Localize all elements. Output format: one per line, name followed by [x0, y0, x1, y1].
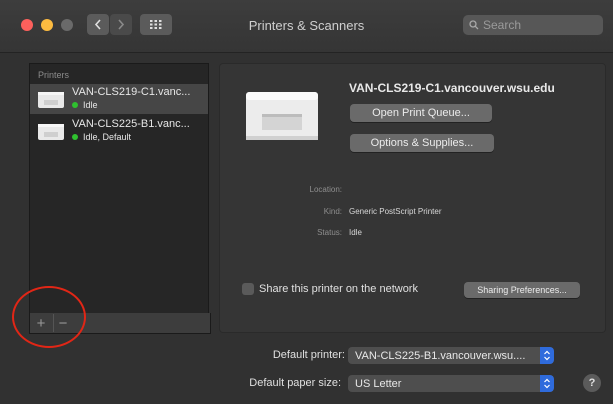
printer-icon	[246, 92, 318, 140]
select-stepper-icon	[540, 375, 554, 392]
printer-name: VAN-CLS219-C1.vanc...	[72, 86, 191, 98]
status-label: Status:	[317, 228, 342, 237]
printers-scanners-window: Printers & Scanners Printers VAN-CLS219-…	[0, 0, 613, 404]
printer-list-item[interactable]: VAN-CLS225-B1.vanc... Idle, Default	[30, 116, 208, 146]
select-stepper-icon	[540, 347, 554, 364]
status-value: Idle	[349, 228, 362, 237]
status-dot-icon	[72, 134, 78, 140]
printer-list-header: Printers	[38, 70, 70, 80]
sharing-preferences-button[interactable]: Sharing Preferences...	[464, 282, 580, 298]
printer-icon	[38, 124, 64, 140]
printer-detail-pane: VAN-CLS219-C1.vancouver.wsu.edu Open Pri…	[219, 63, 606, 333]
default-printer-label: Default printer:	[272, 349, 345, 361]
printer-status-text: Idle	[83, 100, 98, 110]
default-printer-select[interactable]: VAN-CLS225-B1.vancouver.wsu....	[348, 347, 554, 364]
printer-list: Printers VAN-CLS219-C1.vanc... Idle VAN-…	[29, 63, 209, 315]
share-printer-checkbox[interactable]	[242, 283, 254, 295]
open-print-queue-button[interactable]: Open Print Queue...	[350, 104, 492, 122]
search-icon	[469, 20, 479, 30]
default-printer-value: VAN-CLS225-B1.vancouver.wsu....	[355, 349, 526, 362]
status-dot-icon	[72, 102, 78, 108]
kind-label: Kind:	[323, 207, 342, 216]
printer-status: Idle	[72, 100, 98, 110]
printer-icon	[38, 92, 64, 108]
printer-status: Idle, Default	[72, 132, 131, 142]
paper-size-label: Default paper size:	[249, 377, 341, 389]
selected-printer-name: VAN-CLS219-C1.vancouver.wsu.edu	[349, 81, 555, 95]
location-label: Location:	[309, 185, 342, 194]
help-button[interactable]: ?	[583, 374, 601, 392]
printer-status-text: Idle, Default	[83, 132, 132, 142]
paper-size-value: US Letter	[355, 377, 402, 390]
kind-value: Generic PostScript Printer	[349, 207, 442, 216]
title-bar: Printers & Scanners	[0, 0, 613, 53]
printer-name: VAN-CLS225-B1.vanc...	[72, 118, 190, 130]
search-field[interactable]	[463, 15, 603, 35]
share-printer-label[interactable]: Share this printer on the network	[259, 283, 418, 295]
highlight-circle-annotation	[12, 286, 86, 348]
paper-size-select[interactable]: US Letter	[348, 375, 554, 392]
printer-list-item[interactable]: VAN-CLS219-C1.vanc... Idle	[30, 84, 208, 114]
options-supplies-button[interactable]: Options & Supplies...	[350, 134, 494, 152]
search-input[interactable]	[483, 18, 593, 32]
